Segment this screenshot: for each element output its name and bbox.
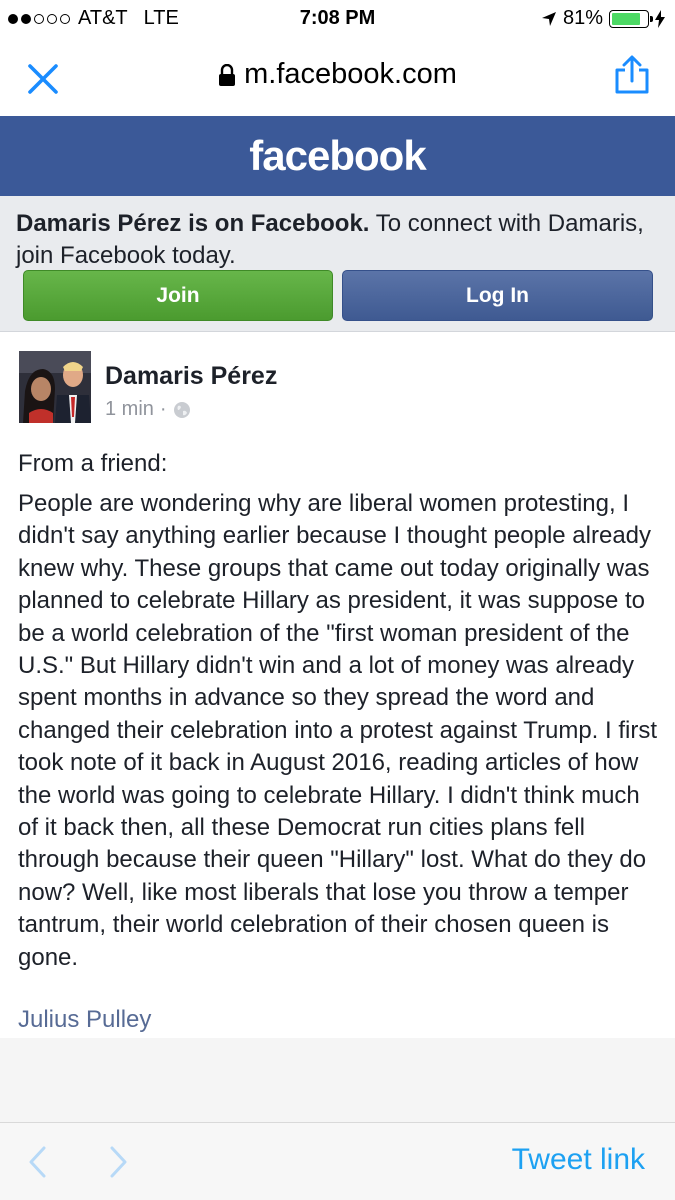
- join-message-bold: Damaris Pérez is on Facebook.: [16, 210, 370, 237]
- avatar[interactable]: [19, 351, 91, 423]
- join-banner: Damaris Pérez is on Facebook. To connect…: [0, 196, 675, 332]
- battery-icon: [609, 9, 653, 28]
- post-lead: From a friend:: [18, 450, 168, 477]
- chevron-right-icon: [110, 1146, 127, 1178]
- lock-icon: [219, 63, 236, 86]
- post-body: People are wondering why are liberal wom…: [18, 490, 658, 971]
- facebook-header: facebook: [0, 116, 675, 196]
- meta-separator: ·: [159, 398, 167, 420]
- post: Damaris Pérez 1 min · From a friend: Peo…: [0, 332, 675, 1038]
- profile-photo: [19, 351, 91, 423]
- join-message: Damaris Pérez is on Facebook. To connect…: [16, 208, 656, 272]
- back-button[interactable]: [24, 1143, 52, 1181]
- chevron-left-icon: [29, 1146, 46, 1178]
- share-button[interactable]: [613, 54, 651, 96]
- location-arrow-icon: [541, 11, 556, 26]
- globe-icon: [173, 401, 190, 418]
- address-bar[interactable]: m.facebook.com: [0, 58, 675, 91]
- status-bar: AT&T LTE 7:08 PM 81%: [0, 0, 675, 38]
- tweet-link-button[interactable]: Tweet link: [512, 1143, 645, 1177]
- facebook-logo[interactable]: facebook: [249, 132, 426, 180]
- bottom-toolbar: Tweet link: [0, 1122, 675, 1200]
- login-button-label: Log In: [466, 283, 529, 307]
- share-icon: [615, 55, 649, 94]
- charging-bolt-icon: [655, 9, 665, 28]
- join-button[interactable]: Join: [23, 270, 333, 321]
- status-right: 81%: [541, 7, 665, 30]
- page-footer-area: [0, 1038, 675, 1122]
- post-time[interactable]: 1 min: [105, 398, 154, 421]
- url-text: m.facebook.com: [244, 58, 457, 90]
- login-button[interactable]: Log In: [342, 270, 653, 321]
- browser-bar: m.facebook.com: [0, 38, 675, 116]
- battery-fill: [612, 12, 640, 25]
- post-author[interactable]: Damaris Pérez: [105, 362, 277, 391]
- post-author-link[interactable]: Julius Pulley: [18, 1006, 151, 1034]
- join-button-label: Join: [156, 283, 200, 307]
- post-meta: 1 min ·: [105, 398, 191, 421]
- forward-button[interactable]: [104, 1143, 132, 1181]
- battery-percent: 81%: [562, 7, 603, 29]
